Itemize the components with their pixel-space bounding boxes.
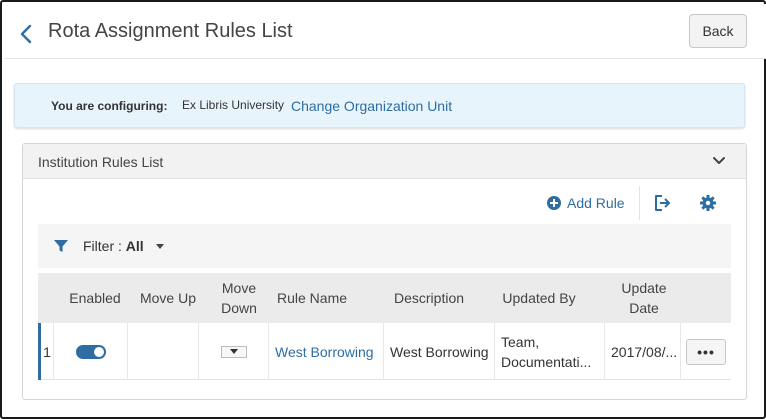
table-row[interactable]: 1 West Borrowing West Borrowing Team, Do… — [38, 323, 731, 380]
enabled-toggle[interactable] — [75, 344, 106, 359]
enabled-cell — [53, 323, 127, 380]
move-down-cell — [198, 323, 268, 380]
row-actions-button[interactable]: ••• — [686, 338, 726, 365]
page-header: Rota Assignment Rules List Back — [4, 4, 766, 59]
export-icon[interactable] — [653, 194, 671, 212]
chevron-down-icon[interactable] — [712, 156, 726, 166]
toggle-knob — [93, 346, 104, 357]
caret-down-icon[interactable] — [156, 244, 164, 249]
updated-by-line-1: Team, — [501, 333, 540, 350]
add-rule-button[interactable]: Add Rule — [547, 194, 625, 212]
panel-header[interactable]: Institution Rules List — [23, 144, 746, 179]
row-number: 1 — [43, 343, 51, 360]
filter-label: Filter : — [83, 238, 126, 254]
update-date-value: 2017/08/... — [611, 343, 678, 360]
column-update-date[interactable]: Update Date — [604, 273, 684, 323]
move-down-button[interactable] — [220, 345, 247, 358]
updated-by-line-2: Documentati... — [501, 353, 592, 370]
rule-name-cell: West Borrowing — [268, 323, 383, 380]
caret-down-icon — [229, 349, 238, 354]
description-cell: West Borrowing — [383, 323, 494, 380]
page-title: Rota Assignment Rules List — [48, 20, 293, 42]
gear-icon[interactable] — [699, 194, 717, 212]
institution-rules-panel: Institution Rules List Add Rule Filter:… — [22, 143, 747, 400]
chevron-left-icon[interactable] — [18, 23, 34, 45]
back-button[interactable]: Back — [689, 14, 747, 48]
filter-bar: Filter : All — [38, 224, 731, 268]
updated-by-cell: Team, Documentati... — [494, 323, 604, 380]
toolbar-divider — [639, 186, 640, 220]
filter-dropdown[interactable]: Filter : All — [83, 238, 144, 254]
move-up-cell — [127, 323, 198, 380]
change-org-unit-link[interactable]: Change Organization Unit — [291, 98, 452, 114]
table-header: Enabled Move Up Move Down Rule Name Descr… — [38, 273, 731, 323]
column-description[interactable]: Description — [383, 273, 475, 323]
add-rule-label: Add Rule — [567, 195, 625, 211]
filter-icon — [54, 240, 68, 252]
panel-title: Institution Rules List — [38, 154, 164, 170]
config-label: You are configuring: — [51, 99, 168, 113]
app-window: Rota Assignment Rules List Back You are … — [0, 0, 766, 419]
actions-cell: ••• — [680, 323, 731, 380]
update-date-cell: 2017/08/... — [604, 323, 680, 380]
rules-table: Enabled Move Up Move Down Rule Name Descr… — [38, 273, 731, 381]
column-updated-by[interactable]: Updated By — [494, 273, 584, 323]
plus-circle-icon — [547, 196, 561, 210]
column-rule-name[interactable]: Rule Name — [268, 273, 356, 323]
config-org-name: Ex Libris University — [182, 98, 285, 112]
configuration-banner: You are configuring: Ex Libris Universit… — [14, 83, 745, 128]
filter-value: All — [125, 238, 144, 254]
rule-name-link[interactable]: West Borrowing — [275, 342, 374, 362]
